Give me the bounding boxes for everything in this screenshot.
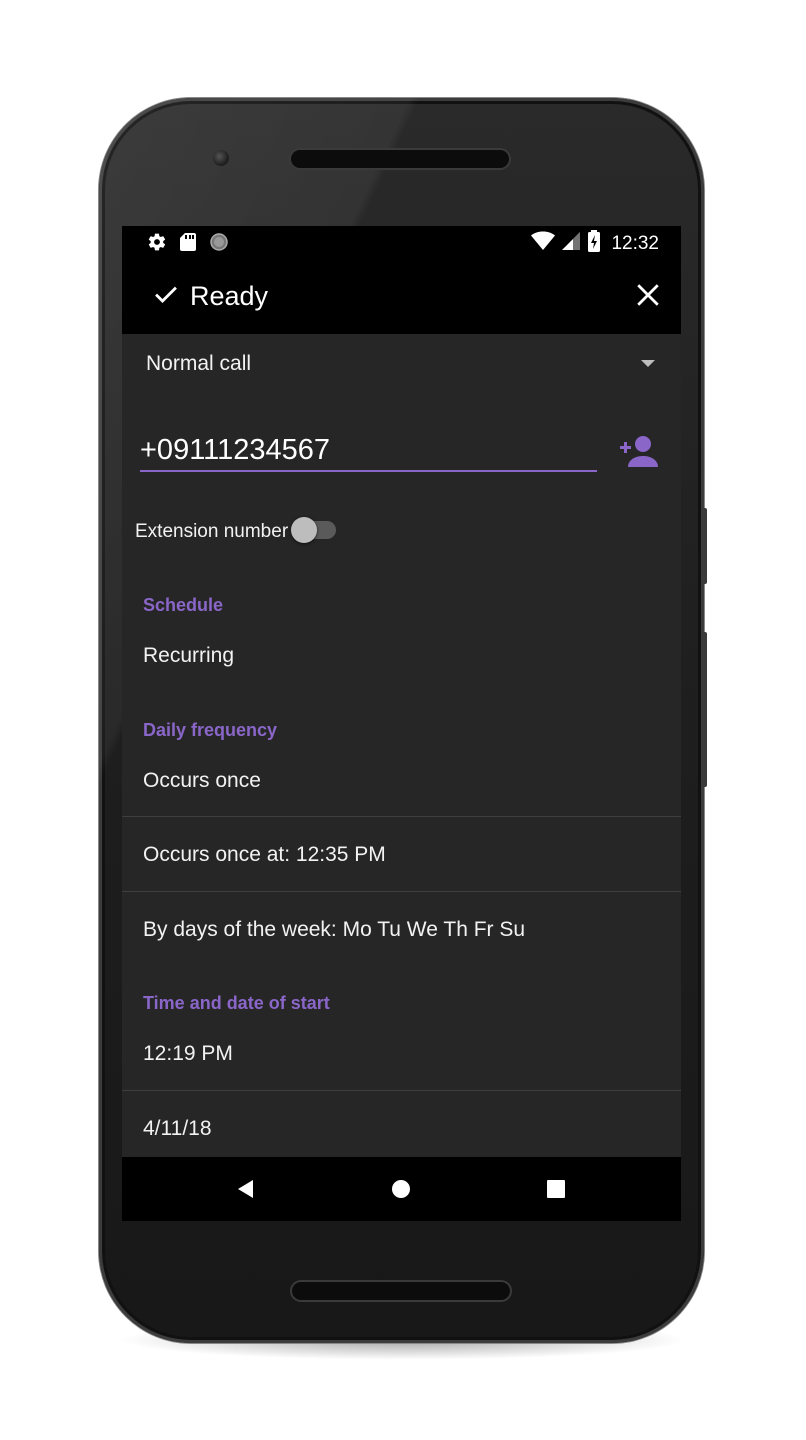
status-right-icons: 12:32 [531,230,659,257]
wifi-icon [531,231,556,256]
start-time-value: 12:19 PM [143,1042,233,1065]
close-button[interactable] [635,282,661,313]
home-icon[interactable] [391,1179,411,1204]
schedule-value: Recurring [143,644,235,667]
daily-frequency-row[interactable]: Occurs once [122,752,681,812]
gear-icon [147,232,167,257]
checkmark-icon [152,280,180,313]
battery-charging-icon [587,230,601,257]
daily-frequency-value: Occurs once [143,769,261,792]
status-left-icons [147,232,229,257]
bottom-speaker [292,1282,510,1300]
circle-icon [209,232,229,257]
daily-frequency-label: Daily frequency [143,720,278,740]
chevron-down-icon[interactable] [641,360,655,367]
navigation-bar [122,1157,681,1221]
start-date-value: 4/11/18 [143,1117,212,1140]
app-bar: Ready [122,258,681,334]
start-time-row[interactable]: 12:19 PM [122,1026,681,1090]
call-type-value: Normal call [146,352,252,375]
days-of-week-value: By days of the week: Mo Tu We Th Fr Su [143,918,526,941]
call-type-dropdown[interactable]: Normal call [122,334,681,394]
power-button [702,508,707,584]
ready-label: Ready [190,281,269,311]
schedule-label: Schedule [143,595,224,615]
recents-icon[interactable] [547,1180,565,1203]
occurs-once-at-row[interactable]: Occurs once at: 12:35 PM [122,817,681,891]
status-bar: 12:32 [122,226,681,258]
screen: 12:32 Ready Normal call Extension number… [122,226,681,1221]
days-of-week-row[interactable]: By days of the week: Mo Tu We Th Fr Su [122,892,681,966]
sd-card-icon [179,232,197,257]
add-contact-icon[interactable] [614,434,658,473]
back-icon[interactable] [236,1179,256,1204]
schedule-row[interactable]: Recurring [122,626,681,686]
status-clock: 12:32 [611,232,659,254]
extension-label: Extension number [135,521,289,542]
close-icon [635,284,661,312]
ready-button[interactable]: Ready [152,280,268,313]
phone-number-input[interactable] [140,430,597,472]
extension-toggle[interactable] [291,517,317,543]
front-camera [213,150,229,166]
start-date-row[interactable]: 4/11/18 [122,1091,681,1157]
start-label: Time and date of start [143,993,330,1013]
top-speaker [291,150,509,168]
volume-button [702,632,707,787]
signal-icon [561,231,581,256]
occurs-once-at-value: Occurs once at: 12:35 PM [143,843,386,866]
